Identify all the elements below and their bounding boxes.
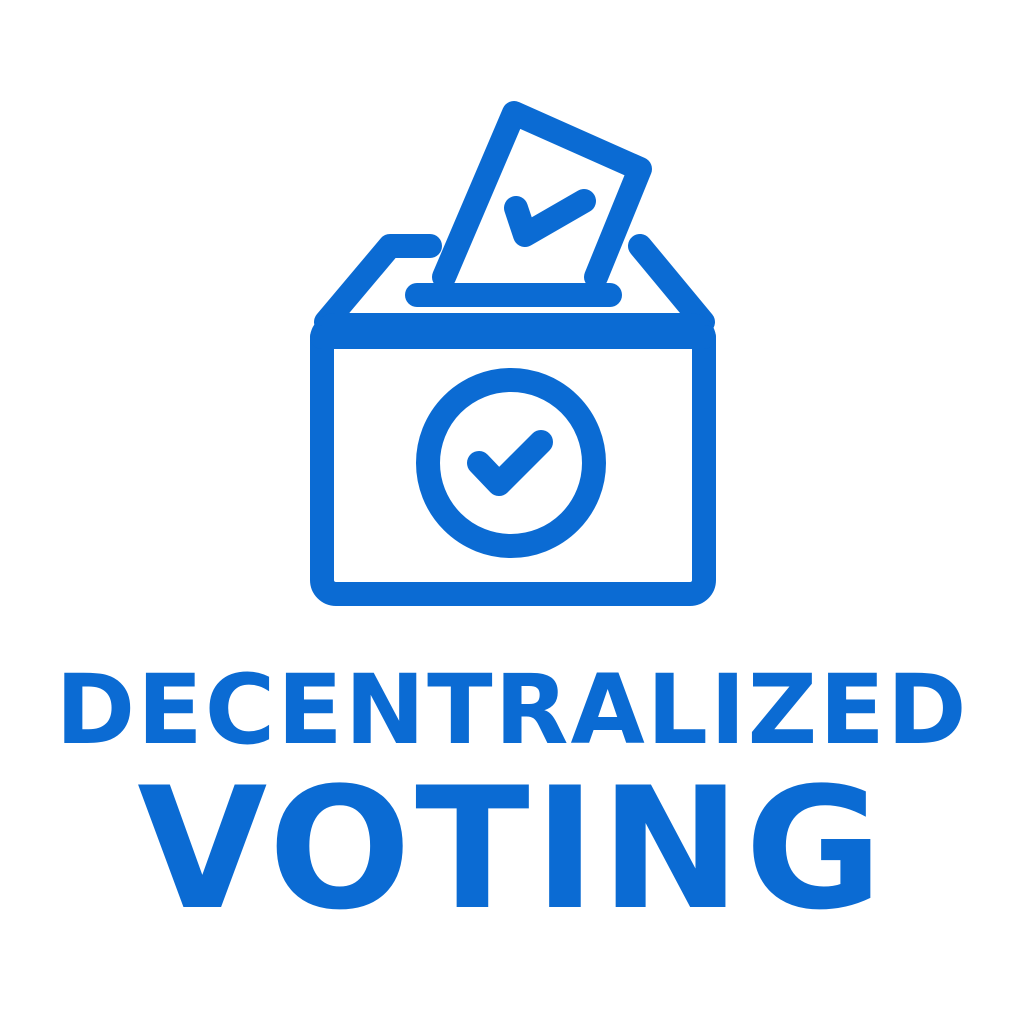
ballot-box-lid-right xyxy=(628,234,715,334)
logo: DECENTRALIZED VOTING xyxy=(0,0,1024,1024)
title-line-1: DECENTRALIZED xyxy=(55,654,969,766)
check-circle-icon xyxy=(416,368,606,558)
title-line-2: VOTING xyxy=(137,751,887,947)
ballot-paper xyxy=(432,101,652,289)
ballot-checkmark-icon xyxy=(504,189,596,247)
